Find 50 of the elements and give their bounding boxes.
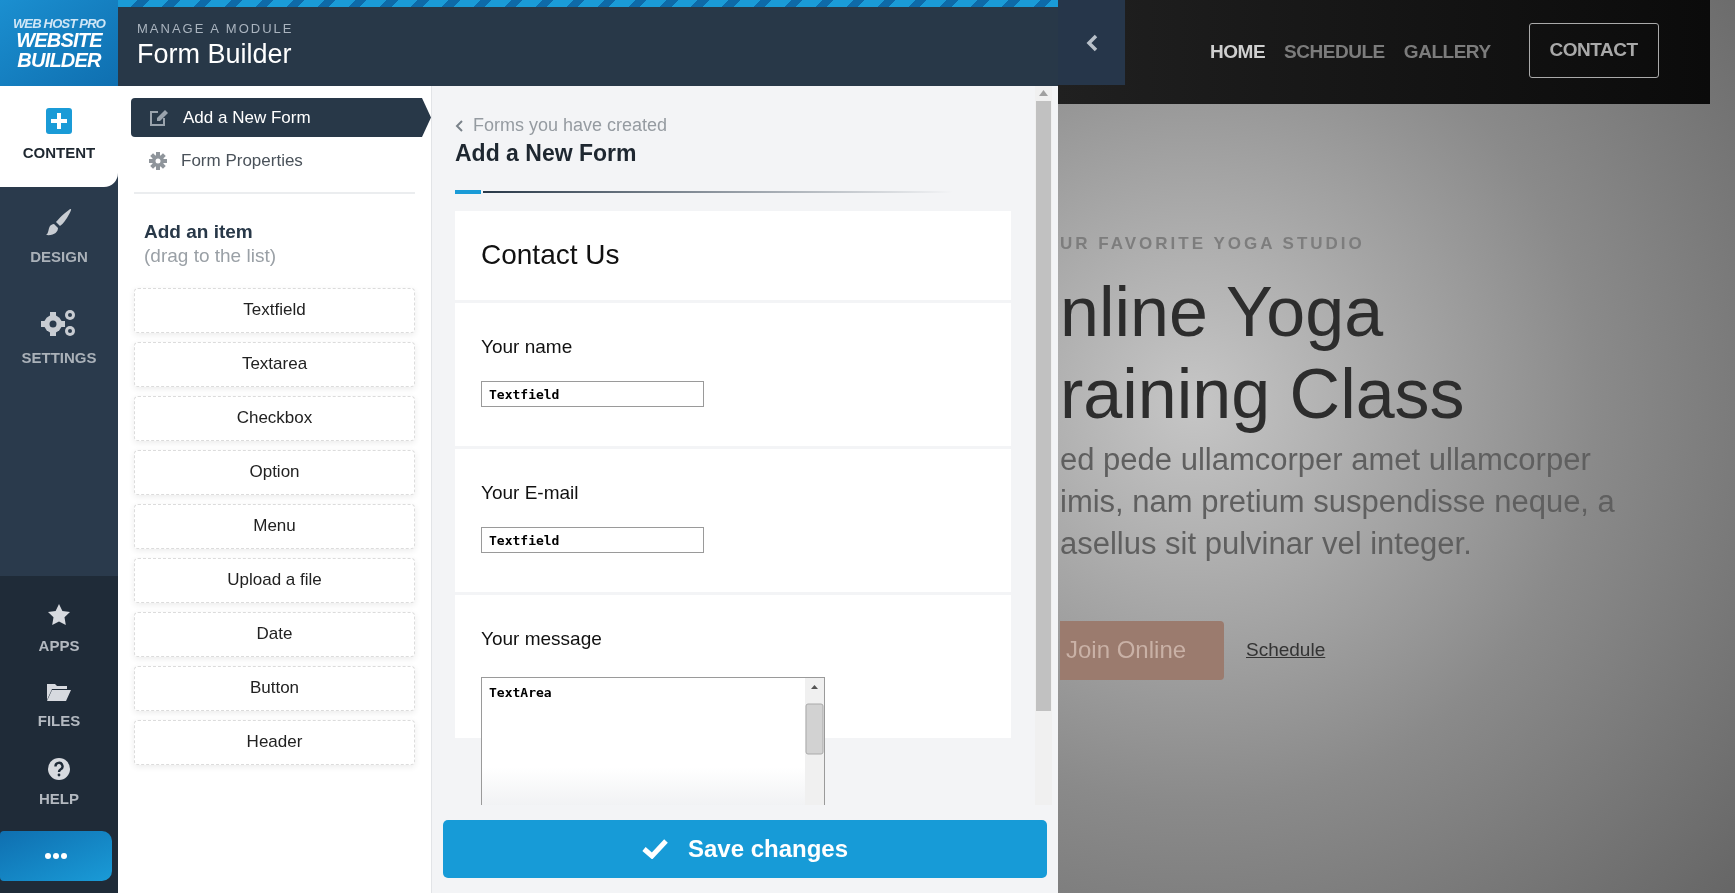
hero-body-text: ed pede ullamcorper amet ullamcorper	[1060, 440, 1592, 479]
nav-tab[interactable]: FILES	[0, 669, 118, 746]
section-title: Add an item	[144, 220, 254, 244]
hero-body-text: asellus sit pulvinar vel integer.	[1060, 524, 1473, 563]
scroll-up-icon[interactable]	[1039, 90, 1048, 96]
header-title: Form Builder	[137, 38, 293, 71]
gear-icon	[149, 151, 167, 170]
site-nav-link[interactable]: HOME	[1210, 38, 1266, 67]
section-hint: (drag to the list)	[144, 243, 277, 268]
draggable-item[interactable]: Date	[134, 611, 415, 657]
scrollbar[interactable]	[1035, 86, 1052, 805]
star-icon	[47, 603, 71, 628]
nav-tab[interactable]: APPS	[0, 592, 118, 669]
check-icon	[641, 839, 668, 859]
more-button[interactable]	[0, 831, 112, 881]
form-title: Contact Us	[481, 238, 620, 273]
field-label: Your message	[481, 626, 603, 651]
schedule-link[interactable]: Schedule	[1246, 635, 1326, 665]
text-area[interactable]: TextArea	[481, 677, 825, 805]
module-menu-item[interactable]: Add a New Form	[131, 98, 431, 137]
field-label: Your E-mail	[481, 480, 580, 505]
editor-title: Add a New Form	[455, 139, 638, 168]
back-chevron-icon[interactable]	[455, 119, 463, 132]
folder-icon	[46, 682, 72, 703]
site-nav-link[interactable]: SCHEDULE	[1284, 38, 1385, 67]
site-nav-link[interactable]: GALLERY	[1403, 38, 1491, 67]
contact-button[interactable]: CONTACT	[1528, 23, 1659, 78]
draggable-item[interactable]: Header	[134, 719, 415, 765]
draggable-item[interactable]: Menu	[134, 503, 415, 549]
nav-tab[interactable]: HELP	[0, 746, 118, 823]
header-eyebrow: MANAGE A MODULE	[137, 22, 295, 35]
nav-tab[interactable]: CONTENT	[0, 86, 118, 187]
draggable-item[interactable]: Textarea	[134, 341, 415, 387]
help-icon	[48, 758, 70, 781]
text-field[interactable]: Textfield	[481, 381, 704, 408]
chevron-left-icon	[1085, 33, 1098, 52]
draggable-item[interactable]: Button	[134, 665, 415, 711]
more-icon	[45, 853, 67, 859]
logo[interactable]: WEB HOST PRO WEBSITE BUILDER	[0, 0, 118, 86]
hero-headline: nline Yoga	[1060, 271, 1385, 353]
draggable-item[interactable]: Textfield	[134, 287, 415, 333]
field-label: Your name	[481, 334, 574, 359]
plus-icon	[46, 108, 72, 135]
text-field[interactable]: Textfield	[481, 527, 704, 554]
draggable-item[interactable]: Checkbox	[134, 395, 415, 441]
draggable-item[interactable]: Upload a file	[134, 557, 415, 603]
hero-headline: raining Class	[1060, 353, 1466, 435]
collapse-button[interactable]	[1058, 0, 1125, 85]
draggable-item[interactable]: Option	[134, 449, 415, 495]
edit-icon	[149, 108, 169, 127]
